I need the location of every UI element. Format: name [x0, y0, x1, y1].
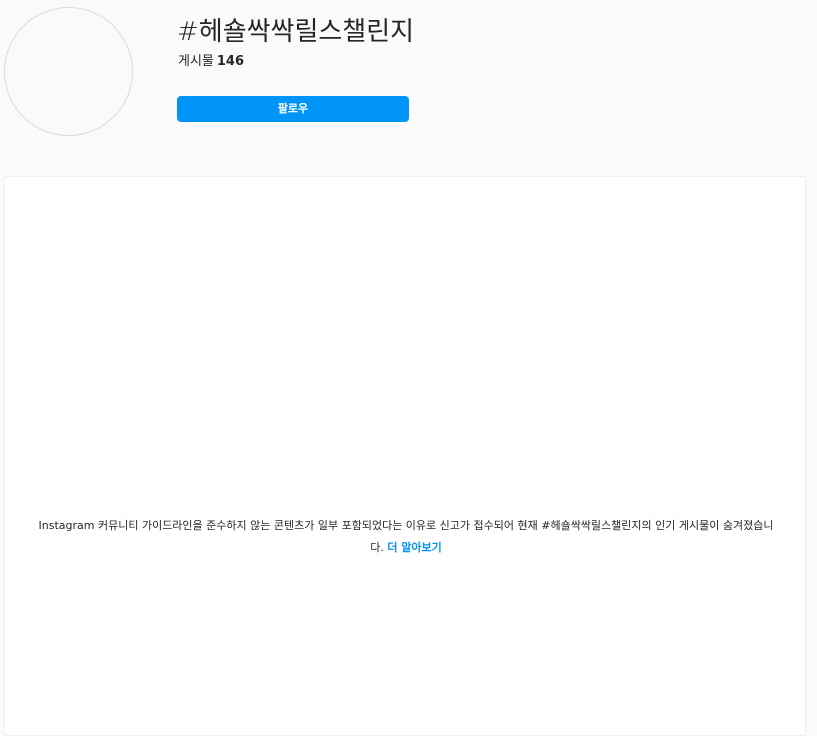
post-count-value: 146 [216, 54, 245, 69]
top-posts-panel: Instagram 커뮤니티 가이드라인을 준수하지 않는 콘텐츠가 일부 포함… [4, 176, 806, 736]
learn-more-link[interactable]: 더 알아보기 [387, 541, 441, 554]
hidden-posts-notice: Instagram 커뮤니티 가이드라인을 준수하지 않는 콘텐츠가 일부 포함… [35, 515, 777, 559]
follow-button[interactable]: 팔로우 [177, 96, 409, 122]
post-count-label: 게시물 [178, 54, 214, 69]
hashtag-title: #헤숄싹싹릴스챌린지 [177, 17, 415, 47]
post-count: 게시물 146 [178, 53, 244, 71]
hashtag-avatar [4, 7, 133, 136]
hashtag-header: #헤숄싹싹릴스챌린지 게시물 146 팔로우 [0, 0, 817, 176]
